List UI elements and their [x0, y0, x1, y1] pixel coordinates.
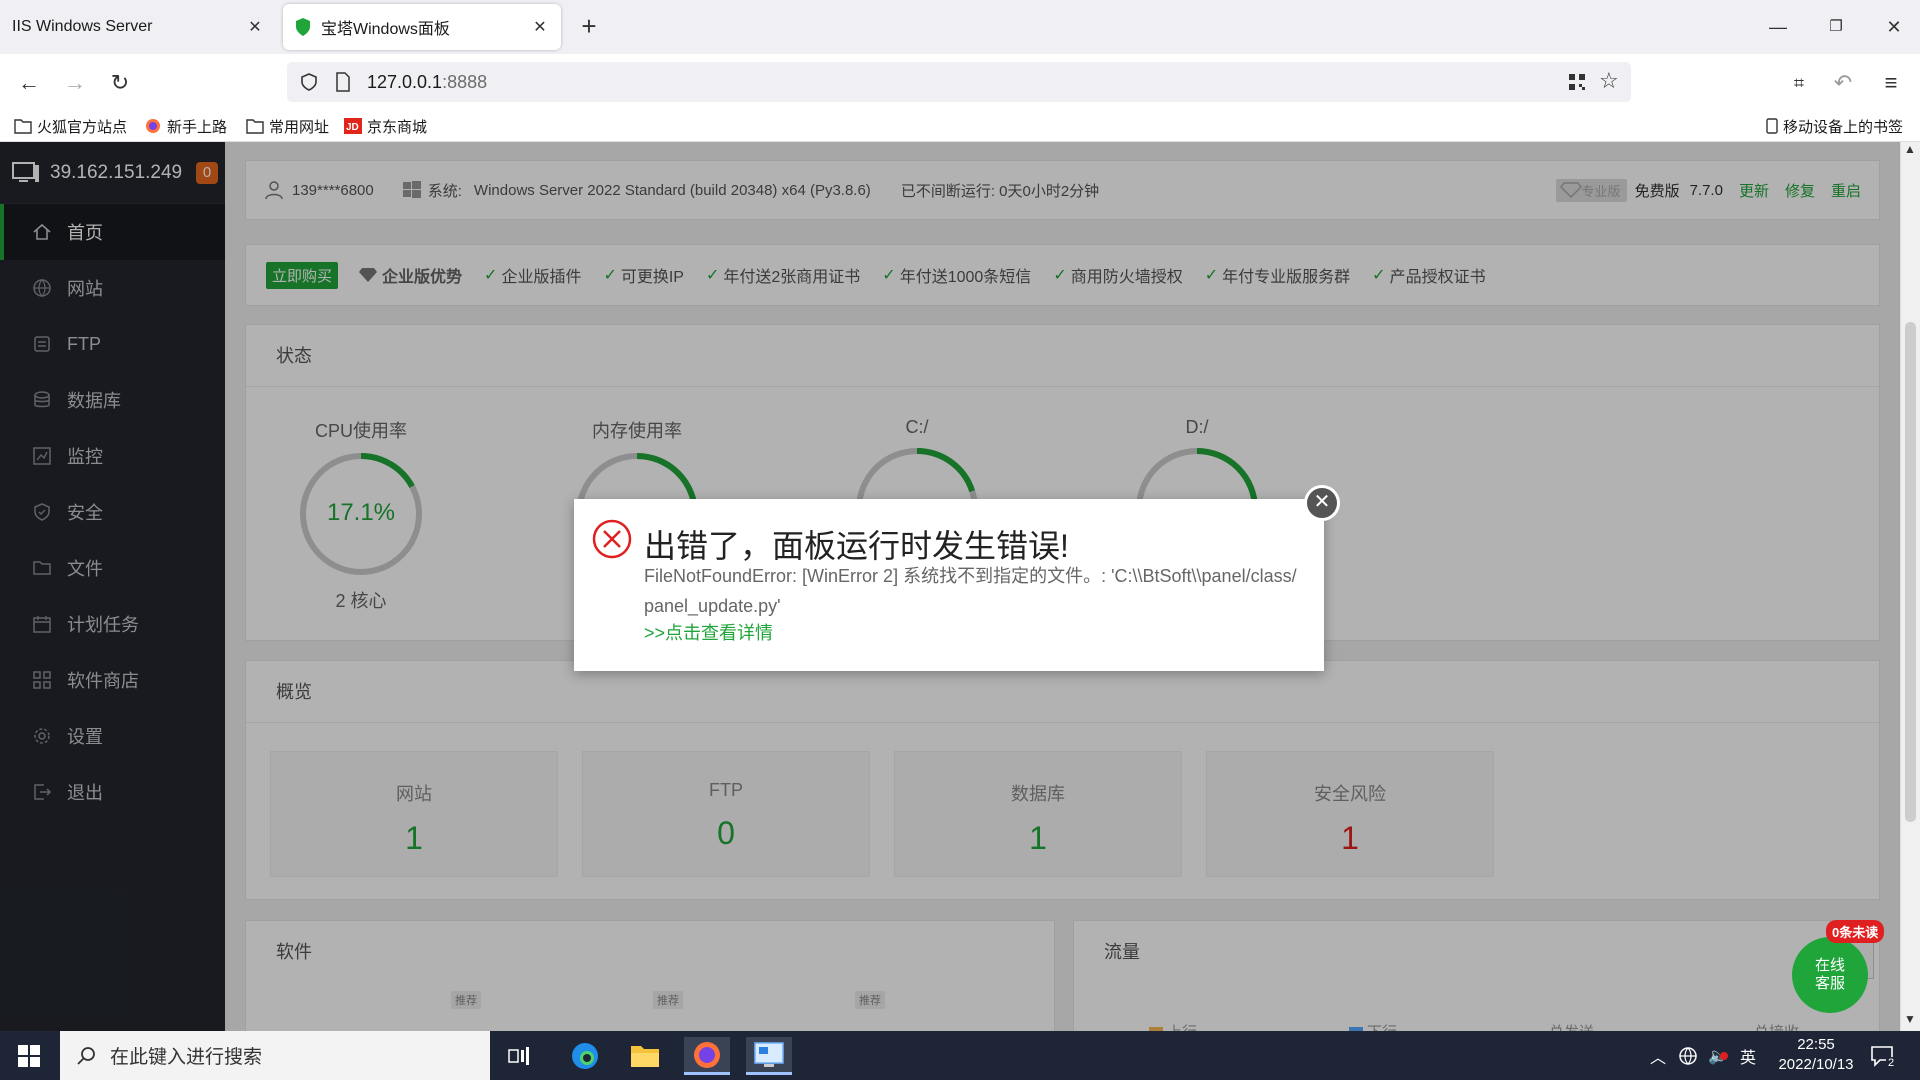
- folder-icon: [246, 119, 264, 134]
- clock-time: 22:55: [1797, 1036, 1835, 1053]
- bookmark-label: 常用网址: [269, 118, 330, 136]
- undo-icon[interactable]: ↶: [1826, 66, 1860, 100]
- window-close-button[interactable]: ✕: [1874, 12, 1914, 42]
- address-bar[interactable]: 127.0.0.1:8888 ☆: [287, 62, 1631, 102]
- bookmark-label: 火狐官方站点: [37, 118, 128, 136]
- bookmark-label: 京东商城: [367, 118, 428, 136]
- view-details-link[interactable]: >>点击查看详情: [644, 619, 773, 645]
- start-button[interactable]: [0, 1031, 58, 1080]
- svg-text:JD: JD: [346, 122, 359, 133]
- windows-taskbar: 在此键入进行搜索 ︿ 🔈 英 22:55 2022/10/13 2: [0, 1031, 1920, 1080]
- search-placeholder: 在此键入进行搜索: [110, 1047, 263, 1068]
- task-view-icon[interactable]: [496, 1037, 542, 1075]
- shield-icon[interactable]: [299, 72, 319, 92]
- back-button[interactable]: ←: [12, 66, 46, 100]
- shield-favicon-icon: [296, 18, 310, 36]
- mobile-bookmarks-label: 移动设备上的书签: [1783, 118, 1904, 136]
- system-tray: ︿ 🔈 英: [1650, 1031, 1756, 1080]
- bookmark-item[interactable]: 火狐官方站点: [14, 115, 127, 137]
- error-message: FileNotFoundError: [WinError 2] 系统找不到指定的…: [644, 566, 1297, 616]
- jd-icon: JD: [344, 118, 362, 134]
- tab-baota[interactable]: 宝塔Windows面板 ✕: [283, 4, 561, 50]
- browser-nav-bar: ← → ↻ 127.0.0.1:8888 ☆ ⌗ ↶ ≡: [0, 54, 1920, 110]
- taskbar-search[interactable]: 在此键入进行搜索: [60, 1031, 490, 1080]
- notification-center[interactable]: 2: [1870, 1031, 1897, 1080]
- tab-title: 宝塔Windows面板: [321, 21, 450, 38]
- qrcode-icon[interactable]: [1567, 72, 1587, 92]
- bookmark-item[interactable]: 常用网址: [246, 115, 329, 137]
- edge-icon[interactable]: [562, 1037, 608, 1075]
- close-icon[interactable]: ✕: [531, 17, 549, 37]
- page-scrollbar[interactable]: ▲ ▼: [1900, 142, 1920, 1031]
- mobile-icon: [1766, 118, 1778, 134]
- minimize-button[interactable]: —: [1758, 12, 1798, 42]
- firefox-icon[interactable]: [684, 1037, 730, 1075]
- new-tab-button[interactable]: +: [574, 12, 604, 42]
- search-icon: [77, 1046, 95, 1065]
- bookmark-item[interactable]: 新手上路: [144, 115, 227, 137]
- menu-icon[interactable]: ≡: [1874, 66, 1908, 100]
- firefox-icon: [146, 119, 160, 133]
- scroll-up-icon[interactable]: ▲: [1904, 142, 1916, 156]
- tab-iis[interactable]: IIS Windows Server ✕: [0, 4, 276, 50]
- tab-title: IIS Windows Server: [12, 18, 153, 35]
- clock-date: 2022/10/13: [1778, 1056, 1854, 1073]
- bookmark-item[interactable]: JD 京东商城: [344, 115, 427, 137]
- reload-button[interactable]: ↻: [103, 66, 137, 100]
- browser-tab-bar: IIS Windows Server ✕ 宝塔Windows面板 ✕ + — ❐…: [0, 0, 1920, 54]
- clock[interactable]: 22:55 2022/10/13: [1768, 1035, 1864, 1075]
- ime-indicator[interactable]: 英: [1740, 1044, 1756, 1068]
- mobile-bookmarks[interactable]: 移动设备上的书签: [1766, 115, 1903, 137]
- star-icon[interactable]: ☆: [1599, 68, 1619, 94]
- online-service-button[interactable]: 在线 客服: [1792, 937, 1868, 1013]
- unread-badge[interactable]: 0条未读: [1826, 920, 1885, 943]
- forward-button[interactable]: →: [58, 66, 92, 100]
- close-icon[interactable]: ✕: [246, 17, 264, 37]
- url-host: 127.0.0.1: [367, 72, 443, 92]
- crop-icon[interactable]: ⌗: [1782, 66, 1816, 100]
- folder-icon: [14, 119, 32, 134]
- error-icon: [592, 519, 632, 559]
- windows-icon: [18, 1044, 40, 1067]
- bookmarks-bar: 火狐官方站点 新手上路 常用网址 JD 京东商城 移动设备上的书签: [0, 110, 1920, 142]
- restore-button[interactable]: ❐: [1816, 12, 1856, 42]
- url-text: 127.0.0.1:8888: [367, 72, 487, 93]
- bookmark-label: 新手上路: [167, 118, 228, 136]
- scroll-thumb[interactable]: [1905, 322, 1916, 822]
- remote-desktop-icon[interactable]: [746, 1037, 792, 1075]
- network-icon[interactable]: [1678, 1046, 1698, 1066]
- error-dialog: 出错了，面板运行时发生错误! FileNotFoundError: [WinEr…: [574, 499, 1324, 671]
- scroll-down-icon[interactable]: ▼: [1904, 1012, 1916, 1026]
- service-label: 在线: [1814, 957, 1845, 974]
- file-explorer-icon[interactable]: [622, 1037, 668, 1075]
- close-icon[interactable]: ✕: [1304, 485, 1340, 521]
- page-icon[interactable]: [335, 72, 351, 92]
- volume-muted-icon[interactable]: 🔈: [1708, 1046, 1729, 1066]
- service-label: 客服: [1814, 975, 1845, 992]
- url-port: :8888: [442, 72, 488, 92]
- notification-count: 2: [1886, 1057, 1897, 1069]
- chevron-up-icon[interactable]: ︿: [1650, 1044, 1666, 1068]
